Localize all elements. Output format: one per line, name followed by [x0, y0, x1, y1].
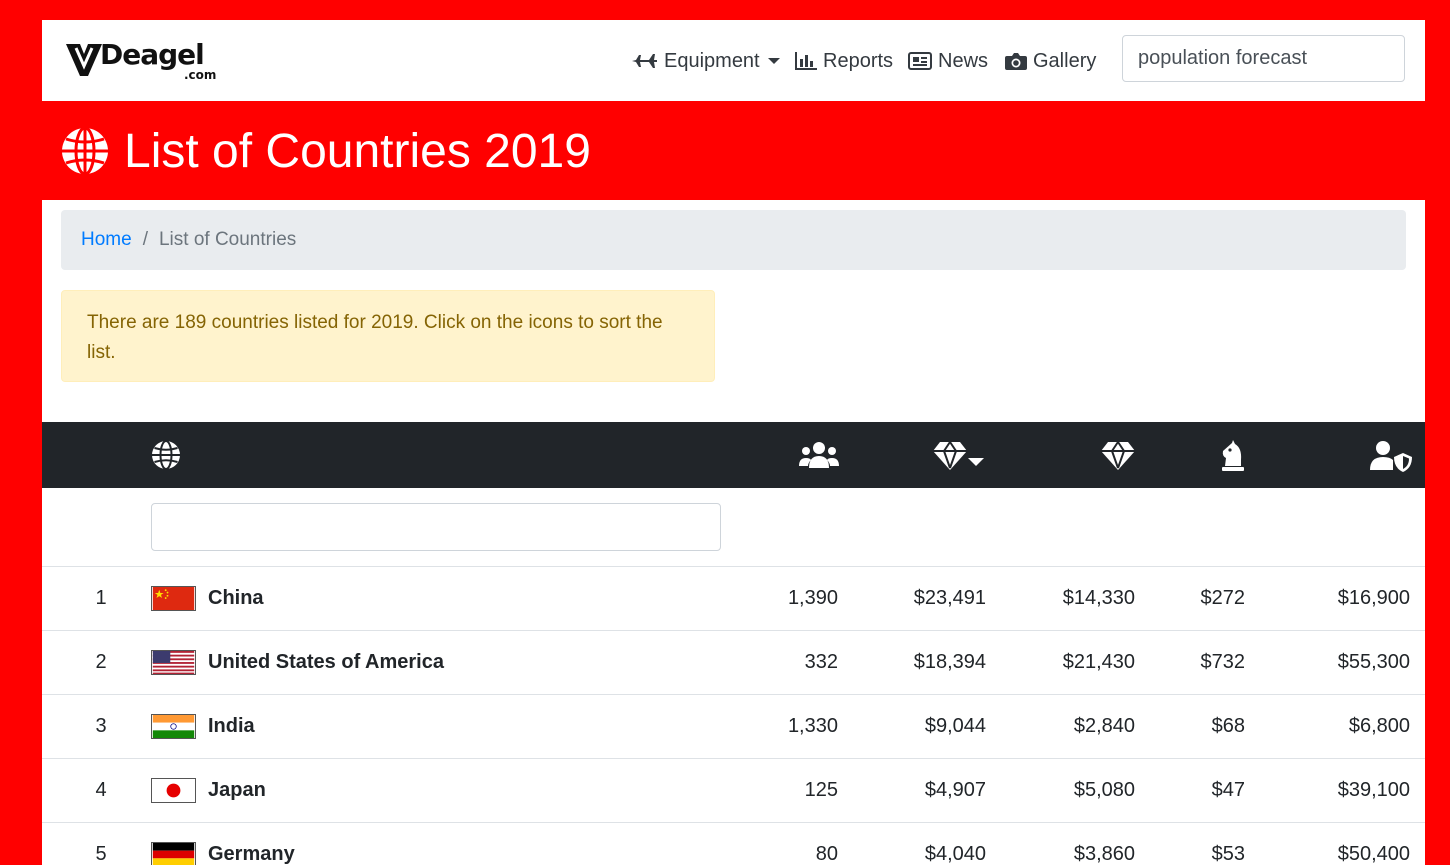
per-capita-cell: $16,900: [1337, 587, 1410, 609]
per-capita-cell: $50,400: [1337, 843, 1410, 865]
japan-flag-icon: [151, 778, 196, 803]
gdp-ppp-cell: $4,907: [924, 779, 986, 801]
main-content: Home / List of Countries There are 189 c…: [42, 200, 1425, 865]
flag-cell: [151, 823, 196, 865]
flag-cell: [151, 759, 196, 822]
flag-cell: [151, 695, 196, 758]
table-row[interactable]: 3 India 1,330 $9,044 $2,840 $68 $6,800: [42, 695, 1425, 759]
gdp-ppp-cell: $23,491: [913, 587, 986, 609]
filter-row: [42, 488, 1425, 567]
gdp-cell: $5,080: [1073, 779, 1135, 801]
gdp-cell: $21,430: [1062, 651, 1135, 673]
gdp-ppp-cell: $18,394: [913, 651, 986, 673]
table-header: [42, 422, 1425, 488]
breadcrumb-current: List of Countries: [158, 229, 297, 250]
chevron-down-icon: [767, 58, 780, 64]
page-header: List of Countries 2019: [60, 120, 591, 182]
bar-chart-icon: [795, 52, 817, 70]
nav-news-label: News: [938, 49, 989, 72]
nav-reports-label: Reports: [823, 49, 894, 72]
nav-news[interactable]: News: [908, 48, 988, 74]
country-filter-input[interactable]: [151, 503, 721, 551]
country-name-link[interactable]: Japan: [208, 759, 266, 822]
table-body: 1 China 1,390 $23,491 $14,330 $272 $16,9…: [42, 567, 1425, 865]
population-cell: 80: [815, 843, 838, 865]
flag-cell: [151, 631, 196, 694]
gem-sort-icon[interactable]: [932, 440, 988, 472]
breadcrumb: Home / List of Countries: [61, 210, 1406, 270]
table-row[interactable]: 2 United States of America 332 $18,394 $…: [42, 631, 1425, 695]
military-budget-cell: $68: [1211, 715, 1245, 737]
page-background: Deagel .com Equipment Reports News Galle…: [0, 0, 1450, 865]
usa-flag-icon: [151, 650, 196, 675]
nav-equipment[interactable]: Equipment: [632, 48, 780, 74]
alert-text: There are 189 countries listed for 2019.…: [87, 312, 663, 363]
rank-cell: 3: [95, 715, 107, 737]
military-budget-cell: $47: [1211, 779, 1245, 801]
breadcrumb-home-link[interactable]: Home: [81, 229, 132, 251]
table-row[interactable]: 1 China 1,390 $23,491 $14,330 $272 $16,9…: [42, 567, 1425, 631]
table-row[interactable]: 4 Japan 125 $4,907 $5,080 $47 $39,100: [42, 759, 1425, 823]
deagel-logo[interactable]: Deagel .com: [64, 38, 224, 84]
top-strip: [0, 0, 1450, 6]
flag-cell: [151, 567, 196, 630]
nav-reports[interactable]: Reports: [795, 48, 893, 74]
chess-knight-icon[interactable]: [1220, 440, 1246, 472]
table-row[interactable]: 5 Germany 80 $4,040 $3,860 $53 $50,400: [42, 823, 1425, 865]
page-title: List of Countries 2019: [124, 124, 591, 178]
population-cell: 332: [804, 651, 838, 673]
country-name-link[interactable]: Germany: [208, 823, 295, 865]
military-budget-cell: $732: [1200, 651, 1246, 673]
gdp-cell: $14,330: [1062, 587, 1135, 609]
info-alert: There are 189 countries listed for 2019.…: [61, 290, 715, 382]
per-capita-cell: $39,100: [1337, 779, 1410, 801]
gdp-cell: $2,840: [1073, 715, 1135, 737]
logo-mark-icon: [66, 44, 102, 76]
rank-cell: 1: [95, 587, 107, 609]
population-cell: 1,390: [787, 587, 838, 609]
nav-gallery[interactable]: Gallery: [1005, 48, 1096, 74]
camera-icon: [1005, 53, 1027, 70]
rank-cell: 5: [95, 843, 107, 865]
gdp-ppp-cell: $9,044: [924, 715, 986, 737]
country-name-link[interactable]: India: [208, 695, 255, 758]
nav-gallery-label: Gallery: [1033, 49, 1097, 72]
country-name-link[interactable]: United States of America: [208, 631, 444, 694]
country-name-link[interactable]: China: [208, 567, 264, 630]
rank-cell: 4: [95, 779, 107, 801]
gdp-cell: $3,860: [1073, 843, 1135, 865]
gdp-ppp-cell: $4,040: [924, 843, 986, 865]
china-flag-icon: [151, 586, 196, 611]
user-shield-icon[interactable]: [1370, 440, 1412, 472]
users-icon[interactable]: [799, 440, 839, 470]
globe-icon[interactable]: [151, 440, 181, 470]
search-input[interactable]: [1122, 35, 1405, 82]
population-cell: 125: [804, 779, 838, 801]
military-budget-cell: $272: [1200, 587, 1246, 609]
per-capita-cell: $6,800: [1348, 715, 1410, 737]
navbar: Deagel .com Equipment Reports News Galle…: [42, 20, 1425, 101]
breadcrumb-separator: /: [142, 229, 148, 250]
nav-equipment-label: Equipment: [664, 49, 760, 72]
population-cell: 1,330: [787, 715, 838, 737]
gem-icon[interactable]: [1100, 440, 1136, 472]
per-capita-cell: $55,300: [1337, 651, 1410, 673]
globe-icon: [62, 126, 108, 176]
rank-cell: 2: [95, 651, 107, 673]
plane-icon: [632, 54, 657, 68]
military-budget-cell: $53: [1211, 843, 1245, 865]
logo-subtext: .com: [184, 68, 217, 82]
newspaper-icon: [908, 52, 932, 70]
india-flag-icon: [151, 714, 196, 739]
logo-text: Deagel: [100, 38, 205, 71]
germany-flag-icon: [151, 842, 196, 865]
